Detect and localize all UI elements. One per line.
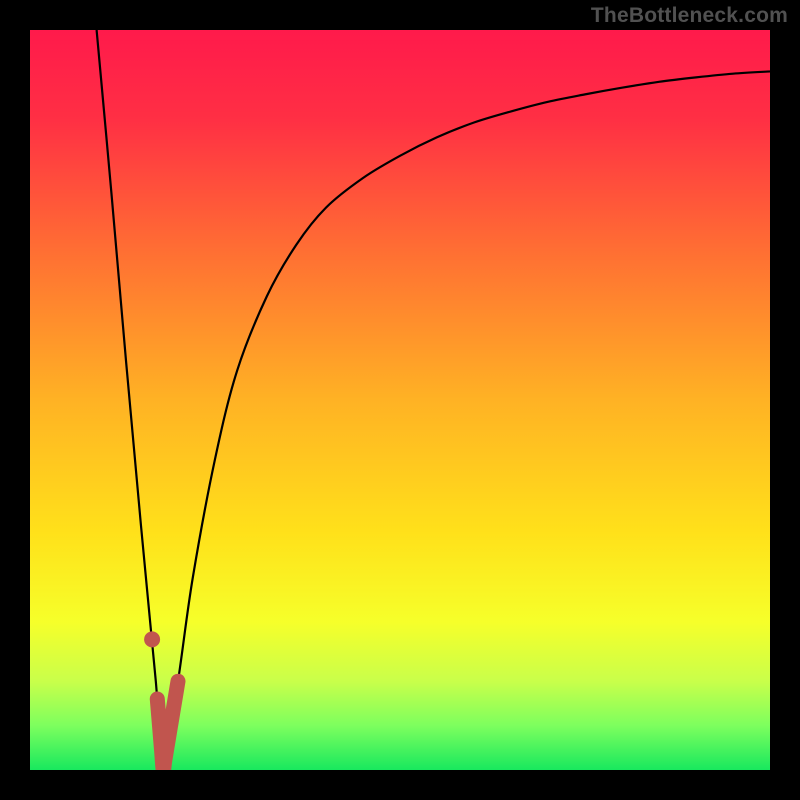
marker-dot [144,631,160,647]
attribution-text: TheBottleneck.com [591,4,788,28]
gradient-background [30,30,770,770]
chart-frame: TheBottleneck.com [0,0,800,800]
bottleneck-chart [30,30,770,770]
plot-area [30,30,770,770]
